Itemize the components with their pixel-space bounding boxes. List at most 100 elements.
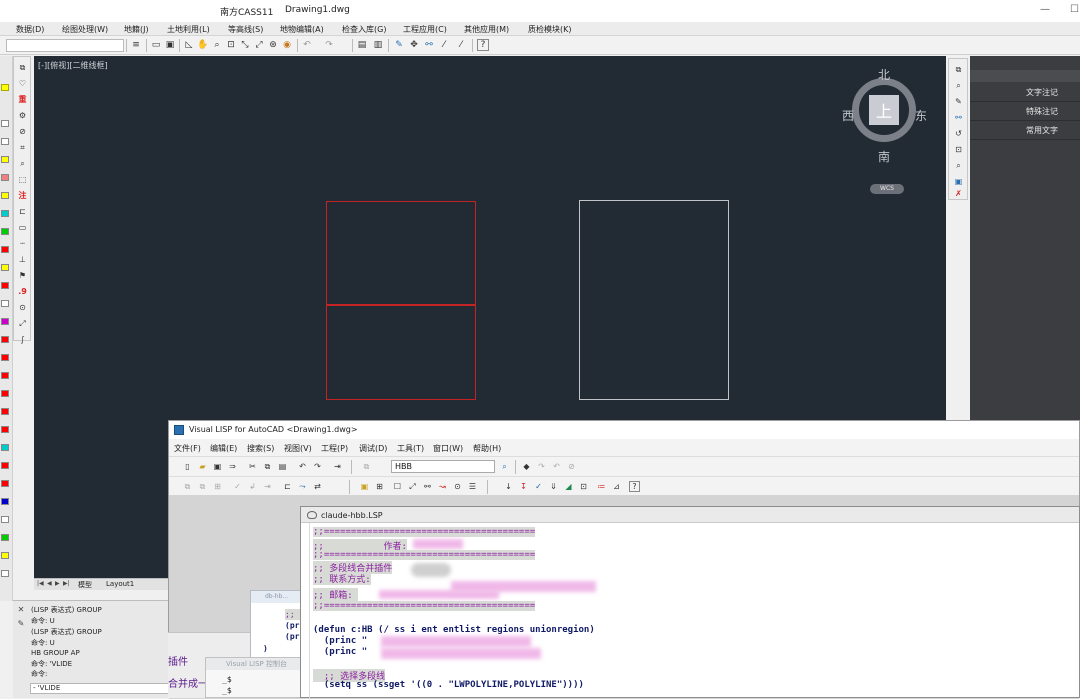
activate-autocad-icon[interactable]: ▣ xyxy=(359,481,370,492)
reset-icon[interactable]: ⊡ xyxy=(578,481,589,492)
trace-icon[interactable]: ⤢ xyxy=(407,481,418,492)
compass-east[interactable]: 东 xyxy=(915,107,927,124)
step-over-icon[interactable]: ↧ xyxy=(518,481,529,492)
query-icon[interactable]: ⧉ xyxy=(16,61,29,74)
vlisp-menu-edit[interactable]: 编辑(E) xyxy=(210,443,237,454)
watch-icon[interactable]: ☰ xyxy=(467,481,478,492)
curve-icon[interactable]: ↺ xyxy=(952,127,965,140)
paste-icon[interactable]: ▤ xyxy=(277,461,288,472)
compass-west[interactable]: 西 xyxy=(842,107,854,124)
load-selection-icon[interactable]: ⊏ xyxy=(282,481,293,492)
vlisp-menu-help[interactable]: 帮助(H) xyxy=(473,443,501,454)
command-input[interactable]: - 'VLIDE xyxy=(30,683,170,694)
grid-icon[interactable]: ⌗ xyxy=(16,141,29,154)
color-swatch[interactable] xyxy=(1,516,9,523)
step-out-icon[interactable]: ✓ xyxy=(533,481,544,492)
edit-icon[interactable]: ⊘ xyxy=(16,125,29,138)
diagonal-icon[interactable]: ⤢ xyxy=(16,317,29,330)
tab-layout1[interactable]: Layout1 xyxy=(106,580,134,588)
prev-tab-icon[interactable]: ◀ xyxy=(47,580,52,587)
color-swatch[interactable] xyxy=(1,372,9,379)
design-center-icon[interactable]: ▥ xyxy=(372,39,384,51)
undo-icon[interactable]: ↶ xyxy=(301,39,313,51)
viewcube[interactable]: 上 北 南 西 东 WCS xyxy=(840,66,927,196)
settings-icon[interactable]: ⚙ xyxy=(16,109,29,122)
color-swatch[interactable] xyxy=(1,444,9,451)
color-swatch[interactable] xyxy=(1,174,9,181)
continue-icon[interactable]: ⇓ xyxy=(548,481,559,492)
open-file-icon[interactable]: ▰ xyxy=(197,461,208,472)
properties-icon[interactable]: ▤ xyxy=(356,39,368,51)
color-swatch[interactable] xyxy=(1,282,9,289)
link-icon[interactable]: ⚯ xyxy=(952,111,965,124)
menu-drawing-process[interactable]: 绘图处理(W) xyxy=(62,24,108,35)
color-swatch[interactable] xyxy=(1,84,9,91)
color-swatch[interactable] xyxy=(1,480,9,487)
wrench-icon[interactable]: ✎ xyxy=(15,619,27,628)
view-controls-label[interactable]: [-][俯视][二维线框] xyxy=(38,60,108,71)
zoom-all-icon[interactable]: ◉ xyxy=(281,39,293,51)
minimize-icon[interactable]: — xyxy=(1040,4,1050,15)
vlisp-console-window[interactable]: Visual LISP 控制台 _$ _$ xyxy=(205,657,301,698)
color-swatch[interactable] xyxy=(1,534,9,541)
color-swatch[interactable] xyxy=(1,138,9,145)
redo-icon[interactable]: ↷ xyxy=(323,39,335,51)
tab-model[interactable]: 模型 xyxy=(78,580,92,590)
zoom-icon[interactable]: ⌕ xyxy=(952,79,965,92)
trim-icon[interactable]: ⁄ xyxy=(438,39,450,51)
background-lisp-title[interactable]: db-hb... xyxy=(251,591,301,603)
draw-icon[interactable]: ◺ xyxy=(183,39,195,51)
search-icon[interactable]: ⌕ xyxy=(16,157,29,170)
code-line[interactable]: (setq ss (ssget '((0 . "LWPOLYLINE,POLYL… xyxy=(313,680,584,690)
console-icon[interactable]: ⊞ xyxy=(374,481,385,492)
color-swatch[interactable] xyxy=(1,570,9,577)
annotate-icon[interactable]: 注 xyxy=(16,189,29,202)
wcs-dropdown[interactable]: WCS xyxy=(870,184,904,194)
color-swatch[interactable] xyxy=(1,156,9,163)
wave-icon[interactable]: ∫ xyxy=(16,333,29,346)
editor-title-bar[interactable]: claude-hbb.LSP xyxy=(301,507,1079,523)
code-line[interactable]: ;;======================================… xyxy=(313,550,536,560)
vlisp-help-icon[interactable]: ? xyxy=(629,481,640,492)
check-selection-icon[interactable]: ⤳ xyxy=(297,481,308,492)
vlisp-menu-file[interactable]: 文件(F) xyxy=(174,443,201,454)
color-swatch[interactable] xyxy=(1,210,9,217)
new-file-icon[interactable]: ▯ xyxy=(182,461,193,472)
search-combo[interactable]: HBB xyxy=(391,460,495,473)
select-icon[interactable]: ⬚ xyxy=(16,173,29,186)
color-swatch[interactable] xyxy=(1,120,9,127)
first-tab-icon[interactable]: |◀ xyxy=(37,580,44,587)
open-icon[interactable]: ▭ xyxy=(150,39,162,51)
common-text-button[interactable]: 常用文字 xyxy=(970,122,1080,140)
menu-data[interactable]: 数据(D) xyxy=(16,24,44,35)
load-icon[interactable]: ⇒ xyxy=(227,461,238,472)
text-annotation-button[interactable]: 文字注记 xyxy=(970,84,1080,102)
last-tab-icon[interactable]: ▶| xyxy=(63,580,70,587)
window-select-icon[interactable]: ⊡ xyxy=(952,143,965,156)
pencil-icon[interactable]: ✎ xyxy=(393,39,405,51)
extend-icon[interactable]: ⁄ xyxy=(455,39,467,51)
menu-land-use[interactable]: 土地利用(L) xyxy=(167,24,210,35)
uncomment-icon[interactable]: ↲ xyxy=(247,481,258,492)
code-line[interactable]: (princ " xyxy=(313,636,367,646)
move-icon[interactable]: ✥ xyxy=(408,39,420,51)
menu-qc-module[interactable]: 质检模块(K) xyxy=(528,24,572,35)
cut-icon[interactable]: ✂ xyxy=(247,461,258,472)
zoom-realtime-icon[interactable]: ⊛ xyxy=(267,39,279,51)
color-swatch[interactable] xyxy=(1,498,9,505)
format-selection-icon[interactable]: ⧉ xyxy=(197,481,208,492)
pencil-icon[interactable]: ✎ xyxy=(952,95,965,108)
undo-icon[interactable]: ↶ xyxy=(297,461,308,472)
color-swatch[interactable] xyxy=(1,336,9,343)
inspect-icon[interactable]: ☐ xyxy=(392,481,403,492)
menu-check-import[interactable]: 检查入库(G) xyxy=(342,24,386,35)
vlisp-title-bar[interactable]: Visual LISP for AutoCAD <Drawing1.dwg> xyxy=(169,421,1079,439)
help-icon[interactable]: ? xyxy=(477,39,489,51)
code-line[interactable]: (princ " xyxy=(313,647,367,657)
find-toolbar-icon[interactable]: ⌕ xyxy=(499,461,510,472)
vlisp-menu-debug[interactable]: 调试(D) xyxy=(359,443,387,454)
menu-engineering[interactable]: 工程应用(C) xyxy=(403,24,447,35)
menu-feature-edit[interactable]: 地物编辑(A) xyxy=(280,24,324,35)
save-icon[interactable]: ▣ xyxy=(164,39,176,51)
viewcube-face[interactable]: 上 xyxy=(869,95,899,125)
